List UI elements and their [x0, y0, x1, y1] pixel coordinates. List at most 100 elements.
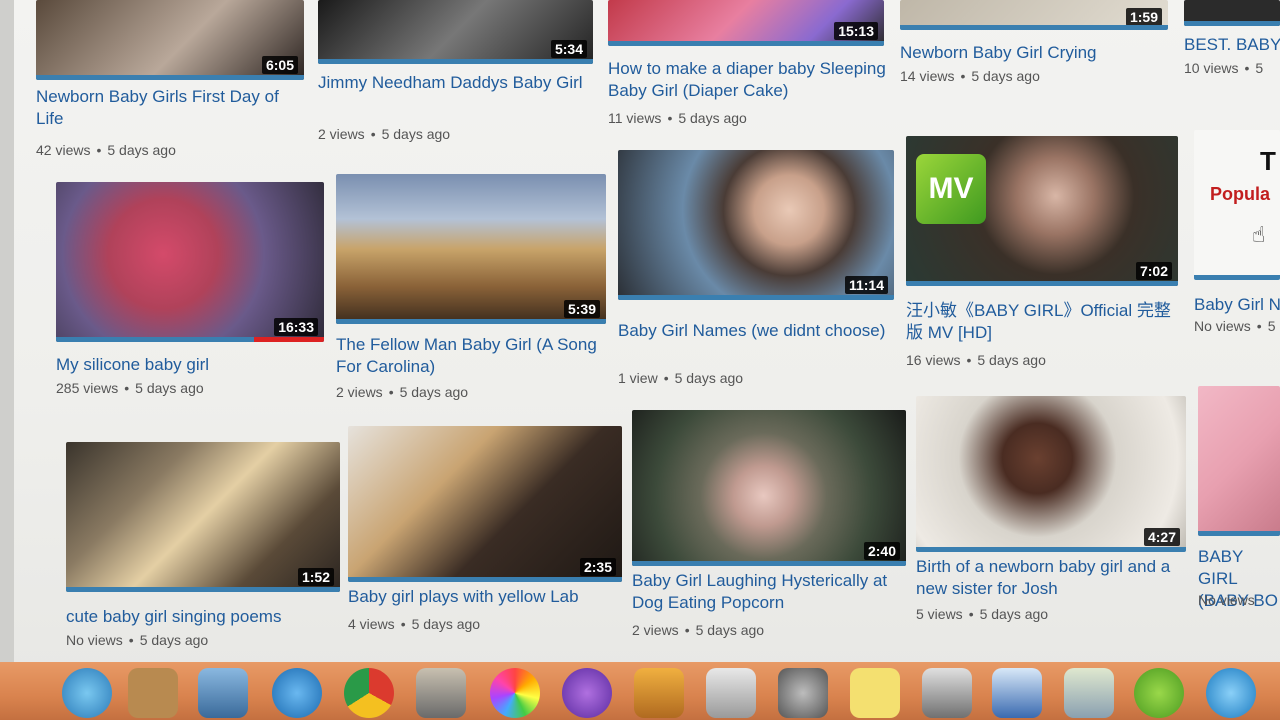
video-meta: 5 views • 5 days ago — [916, 606, 1049, 622]
watched-bar — [336, 319, 606, 324]
watched-bar — [318, 59, 593, 64]
upload-age: 5 days ago — [977, 352, 1046, 368]
imovie-icon[interactable] — [562, 668, 612, 718]
video-thumbnail[interactable]: 4:27 — [916, 396, 1186, 552]
upload-age: 5 days ago — [979, 606, 1049, 622]
view-count: 2 views — [318, 126, 365, 142]
video-thumbnail[interactable]: 2:40 — [632, 410, 906, 566]
image-capture-icon[interactable] — [416, 668, 466, 718]
system-preferences-icon[interactable] — [778, 668, 828, 718]
stickies-icon[interactable] — [850, 668, 900, 718]
thumbnail-text: T — [1260, 146, 1276, 176]
upload-age: 5 days ago — [135, 380, 204, 396]
duration-badge: 6:05 — [261, 56, 298, 74]
watched-bar — [900, 25, 1168, 30]
video-thumbnail[interactable]: 11:14 — [618, 150, 894, 300]
video-meta: No views • 5 — [1194, 318, 1276, 334]
photos-icon[interactable] — [490, 668, 540, 718]
quicktime-icon[interactable] — [1206, 668, 1256, 718]
view-count: 14 views — [900, 68, 955, 84]
video-title[interactable]: 汪小敏《BABY GIRL》Official 完整版 MV [HD] — [906, 300, 1176, 344]
video-thumbnail[interactable]: 1:52 — [66, 442, 340, 592]
video-title[interactable]: Baby girl plays with yellow Lab — [348, 586, 622, 608]
video-title[interactable]: The Fellow Man Baby Girl (A Song For Car… — [336, 334, 604, 378]
video-thumbnail[interactable]: 16:33 — [56, 182, 324, 342]
hp-icon[interactable] — [992, 668, 1042, 718]
watched-bar — [36, 75, 304, 80]
view-count: 1 view — [618, 370, 658, 386]
safari-compass-icon[interactable] — [272, 668, 322, 718]
video-thumbnail[interactable] — [1184, 0, 1280, 26]
upload-age: 5 days ago — [674, 370, 744, 386]
video-meta: 2 views • 5 days ago — [632, 622, 765, 638]
video-thumbnail[interactable] — [1198, 386, 1280, 536]
duration-badge: 11:14 — [844, 276, 888, 294]
youtube-video-grid: 6:05 Newborn Baby Girls First Day of Lif… — [0, 0, 1280, 720]
watched-bar — [632, 561, 906, 566]
upload-age: 5 days ago — [411, 616, 481, 632]
video-title[interactable]: Baby Girl Names (we didnt choose) — [618, 320, 888, 342]
thumbnail-text: Popula — [1210, 184, 1271, 204]
utility-icon[interactable] — [1064, 668, 1114, 718]
video-thumbnail[interactable]: MV 7:02 — [906, 136, 1178, 286]
video-title[interactable]: Birth of a newborn baby girl and a new s… — [916, 556, 1186, 600]
video-thumbnail[interactable]: 5:34 — [318, 0, 593, 64]
video-title[interactable]: BEST. BABY — [1184, 34, 1280, 56]
video-meta: No views • 5 days ago — [66, 632, 209, 648]
view-count: 2 views — [632, 622, 679, 638]
video-title[interactable]: My silicone baby girl — [56, 354, 324, 376]
duration-badge: 15:13 — [834, 22, 878, 40]
android-icon[interactable] — [1134, 668, 1184, 718]
upload-age: 5 days ago — [971, 68, 1040, 84]
safari-icon[interactable] — [62, 668, 112, 718]
upload-age: 5 — [1267, 318, 1276, 334]
watched-bar — [1194, 275, 1280, 280]
view-count: 4 views — [348, 616, 395, 632]
view-count: 2 views — [336, 384, 383, 400]
screen-bezel — [0, 0, 14, 720]
watched-bar — [916, 547, 1186, 552]
video-meta: 2 views • 5 days ago — [336, 384, 469, 400]
hand-cursor-icon: ☝ — [1252, 222, 1266, 247]
video-thumbnail[interactable]: 6:05 — [36, 0, 304, 80]
upload-age: 5 days ago — [678, 110, 747, 126]
keynote-icon[interactable] — [634, 668, 684, 718]
video-title[interactable]: Jimmy Needham Daddys Baby Girl — [318, 72, 586, 94]
video-thumbnail[interactable]: T Popula — [1194, 130, 1280, 280]
video-thumbnail[interactable]: 1:59 — [900, 0, 1168, 30]
video-title[interactable]: Newborn Baby Girls First Day of Life — [36, 86, 304, 130]
video-meta: 2 views • 5 days ago — [318, 126, 451, 142]
video-meta: 4 views • 5 days ago — [348, 616, 481, 632]
folder-icon[interactable] — [128, 668, 178, 718]
video-title[interactable]: How to make a diaper baby Sleeping Baby … — [608, 58, 888, 102]
watched-bar — [66, 587, 340, 592]
video-title[interactable]: Newborn Baby Girl Crying — [900, 42, 1168, 64]
view-count: 16 views — [906, 352, 961, 368]
watched-bar — [618, 295, 894, 300]
view-count: 10 views — [1184, 60, 1239, 76]
upload-age: 5 — [1255, 60, 1264, 76]
video-title[interactable]: cute baby girl singing poems — [66, 606, 340, 628]
video-meta: No views — [1198, 592, 1255, 608]
duration-badge: 16:33 — [274, 318, 318, 336]
video-meta: 1 view • 5 days ago — [618, 370, 744, 386]
upload-age: 5 days ago — [695, 622, 765, 638]
video-title[interactable]: Baby Girl N — [1194, 294, 1280, 316]
view-count: No views — [1198, 592, 1255, 608]
video-thumbnail[interactable]: 5:39 — [336, 174, 606, 324]
duration-badge: 5:34 — [550, 40, 587, 58]
video-meta: 285 views • 5 days ago — [56, 380, 204, 396]
duration-badge: 2:40 — [863, 542, 900, 560]
duration-badge: 4:27 — [1143, 528, 1180, 546]
video-thumbnail[interactable]: 15:13 — [608, 0, 884, 46]
preview-icon[interactable] — [198, 668, 248, 718]
numbers-icon[interactable] — [706, 668, 756, 718]
duration-badge: 7:02 — [1135, 262, 1172, 280]
duration-badge: 1:59 — [1125, 8, 1162, 26]
video-title[interactable]: Baby Girl Laughing Hysterically at Dog E… — [632, 570, 908, 614]
printer-icon[interactable] — [922, 668, 972, 718]
watched-bar — [906, 281, 1178, 286]
chrome-icon[interactable] — [344, 668, 394, 718]
duration-badge: 5:39 — [563, 300, 600, 318]
video-thumbnail[interactable]: 2:35 — [348, 426, 622, 582]
